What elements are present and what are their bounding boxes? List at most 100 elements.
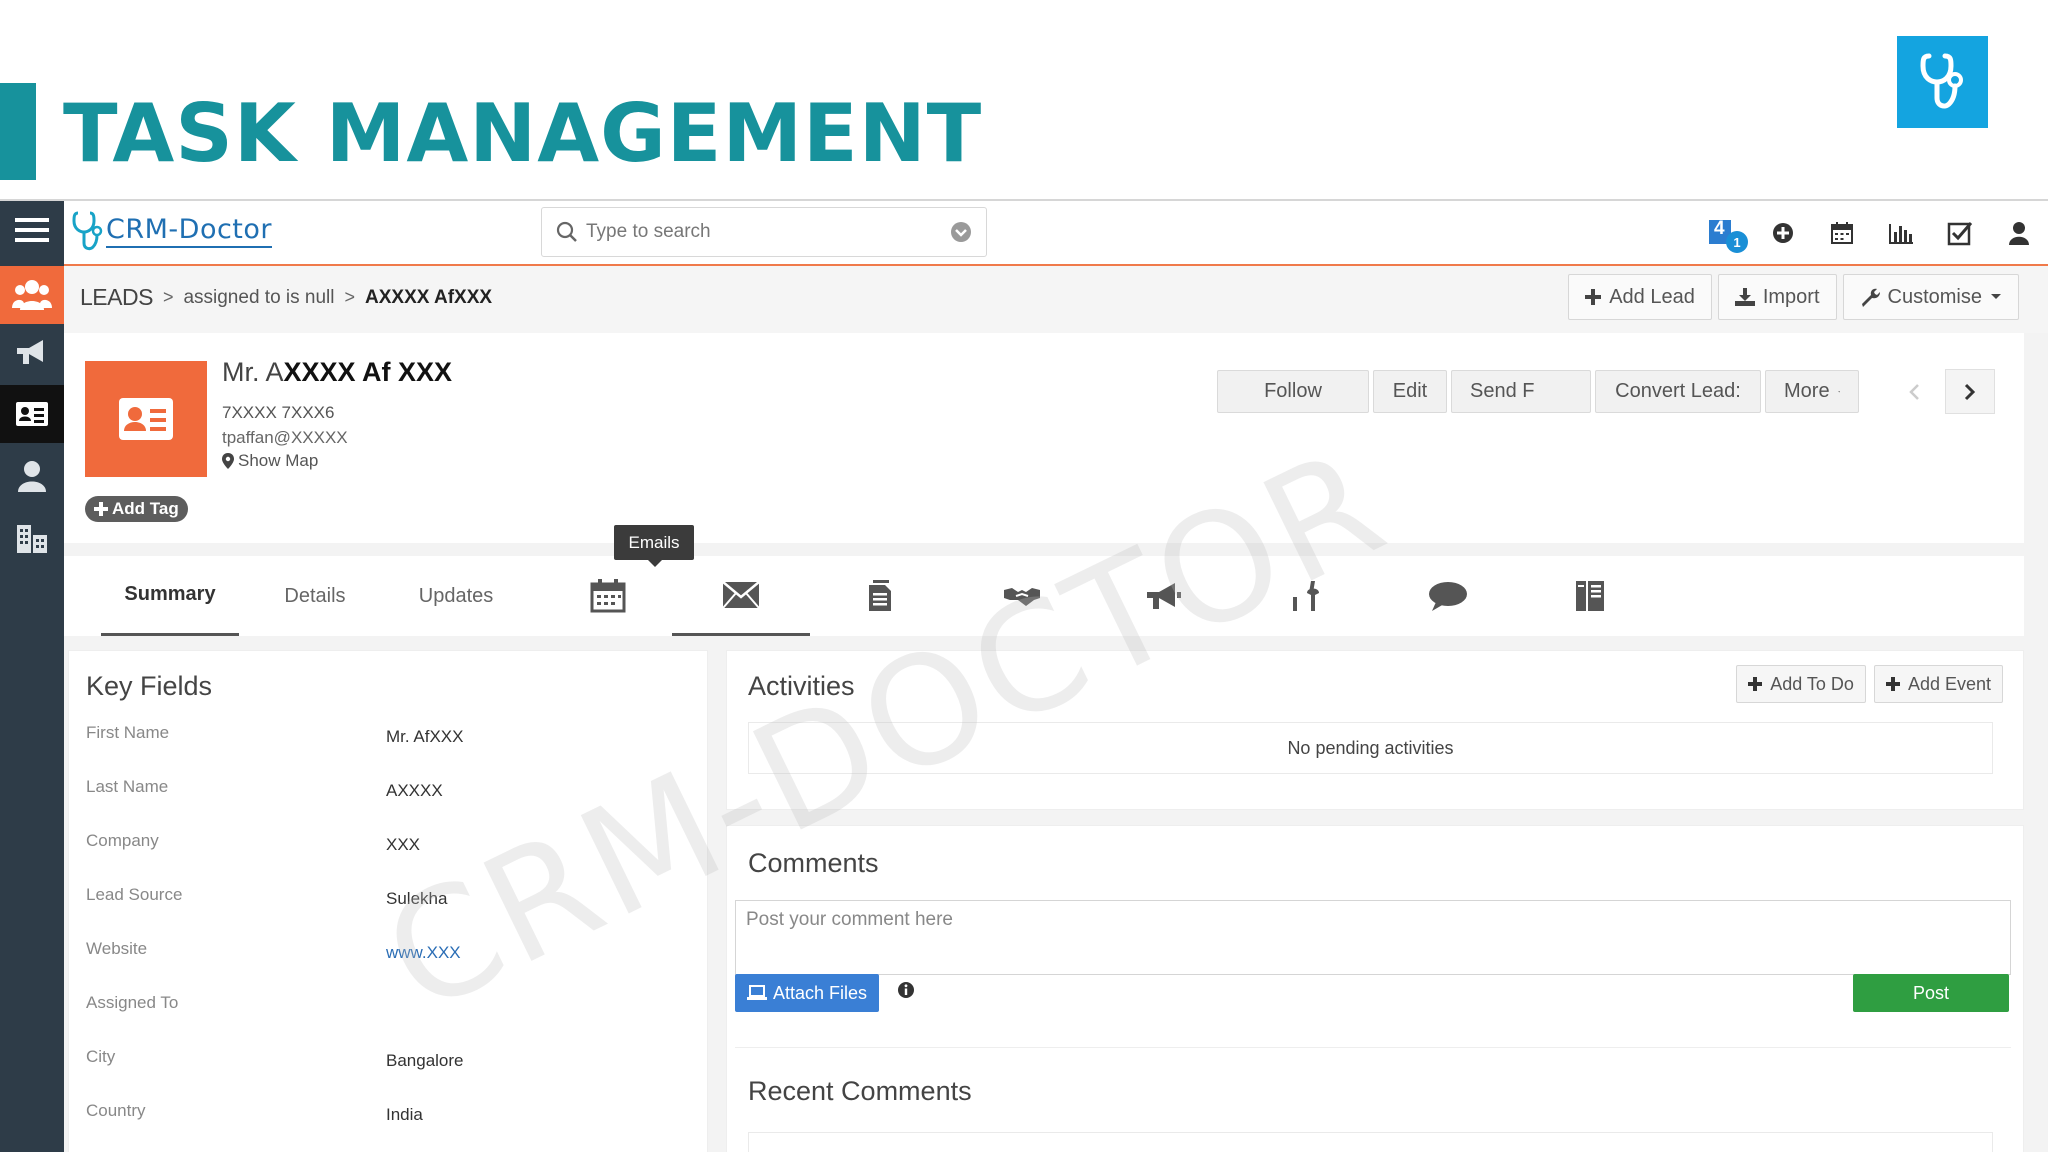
field-value[interactable]: AXXXX: [386, 781, 443, 801]
attach-files-label: Attach Files: [773, 982, 868, 1003]
search-input[interactable]: [586, 221, 926, 243]
field-value[interactable]: XXX: [386, 835, 420, 855]
field-value[interactable]: Mr. AfXXX: [386, 727, 463, 747]
global-search[interactable]: [541, 207, 987, 257]
brand-logo[interactable]: CRM-Doctor: [72, 209, 273, 253]
show-map-link[interactable]: Show Map: [222, 451, 318, 471]
bar-chart-icon: [1888, 223, 1913, 244]
field-value[interactable]: Sulekha: [386, 889, 447, 909]
more-label: More: [1784, 380, 1830, 402]
caret-down-icon: [1837, 390, 1840, 392]
edit-button[interactable]: Edit: [1373, 370, 1447, 413]
lead-action-buttons: Follow Edit Send F Convert Lead: More: [1217, 370, 1859, 413]
field-value[interactable]: Bangalore: [386, 1051, 464, 1071]
lead-name: Mr. AXXXX Af XXX: [222, 357, 452, 388]
tab-emails-icon[interactable]: [672, 556, 810, 636]
tab-tools-icon[interactable]: [1266, 556, 1346, 636]
sidebar-leads-icon[interactable]: [0, 266, 64, 324]
tab-details[interactable]: Details: [255, 556, 375, 636]
import-button[interactable]: Import: [1717, 274, 1837, 320]
lead-phone[interactable]: 7XXXX 7XXX6: [222, 403, 334, 423]
customise-label: Customise: [1887, 285, 1982, 308]
send-button[interactable]: Send F: [1451, 370, 1591, 413]
tab-deals-handshake-icon[interactable]: [982, 556, 1062, 636]
more-dropdown[interactable]: More: [1765, 370, 1859, 413]
tab-campaigns-megaphone-icon[interactable]: [1124, 556, 1204, 636]
search-dropdown-icon[interactable]: [950, 221, 972, 243]
breadcrumb-bar: LEADS > assigned to is null > AXXXX AfXX…: [64, 266, 2048, 333]
calendar-button[interactable]: [1812, 201, 1871, 264]
tab-documents-book-icon[interactable]: [1550, 556, 1630, 636]
user-menu-button[interactable]: [1989, 201, 2048, 264]
record-navigation: [1889, 369, 1995, 414]
recent-comments-list: [748, 1132, 1993, 1152]
sidebar-organization-icon[interactable]: [0, 509, 64, 567]
emails-tooltip: Emails: [614, 525, 694, 567]
brand-stethoscope-icon: [72, 211, 103, 251]
divider: [735, 1047, 2011, 1048]
convert-lead-button[interactable]: Convert Lead:: [1595, 370, 1761, 413]
add-tag-button[interactable]: Add Tag: [85, 496, 188, 522]
tab-calendar-icon[interactable]: [568, 556, 648, 636]
tab-chat-bubble-icon[interactable]: [1408, 556, 1488, 636]
add-todo-button[interactable]: Add To Do: [1736, 665, 1866, 703]
lead-name-masked: XXXX Af XXX: [283, 357, 453, 387]
post-comment-button[interactable]: Post: [1853, 974, 2009, 1012]
notifications-button[interactable]: 4 1: [1694, 201, 1753, 264]
wrench-icon: [1861, 288, 1880, 307]
key-field-row: Last Name AXXXX: [86, 777, 686, 807]
stethoscope-logo-icon: [1897, 36, 1988, 128]
breadcrumb-leads[interactable]: LEADS: [80, 284, 153, 311]
slide-title: TASK MANAGEMENT: [63, 87, 983, 180]
laptop-icon: [747, 985, 767, 1000]
add-lead-button[interactable]: Add Lead: [1568, 274, 1712, 320]
key-field-row: First Name Mr. AfXXX: [86, 723, 686, 753]
breadcrumb-filter[interactable]: assigned to is null: [183, 287, 334, 309]
caret-down-icon: [1991, 294, 2001, 299]
tab-updates[interactable]: Updates: [386, 556, 526, 636]
next-record-icon[interactable]: [1945, 369, 1995, 414]
brand-name: CRM-Doctor: [106, 214, 273, 248]
info-icon[interactable]: [897, 981, 915, 999]
add-event-button[interactable]: Add Event: [1873, 665, 2003, 703]
activities-empty-state: No pending activities: [748, 722, 1993, 774]
sidebar-person-icon[interactable]: [0, 447, 64, 505]
comments-title: Comments: [748, 848, 879, 878]
tasks-button[interactable]: [1930, 201, 1989, 264]
lead-email[interactable]: tpaffan@XXXXX: [222, 428, 348, 448]
tab-notes-icon[interactable]: [840, 556, 920, 636]
notification-count: 4: [1714, 218, 1725, 239]
sidebar-campaigns-icon[interactable]: [0, 323, 64, 381]
key-field-row: City Bangalore: [86, 1047, 686, 1077]
add-lead-label: Add Lead: [1609, 285, 1695, 308]
customise-dropdown[interactable]: Customise: [1842, 274, 2019, 320]
download-icon: [1734, 288, 1755, 306]
key-field-row: Company XXX: [86, 831, 686, 861]
quick-add-button[interactable]: [1753, 201, 1812, 264]
add-todo-label: Add To Do: [1770, 673, 1854, 694]
user-icon: [2008, 221, 2029, 245]
hamburger-menu-icon[interactable]: [0, 201, 64, 259]
add-event-label: Add Event: [1907, 673, 1991, 694]
import-label: Import: [1762, 285, 1820, 308]
reports-button[interactable]: [1871, 201, 1930, 264]
key-field-row: Website www.XXX: [86, 939, 686, 969]
sidebar-contacts-card-icon[interactable]: [0, 385, 64, 443]
checkbox-icon: [1947, 221, 1972, 245]
map-pin-icon: [222, 453, 234, 469]
field-value-link[interactable]: www.XXX: [386, 943, 461, 963]
lead-contact-card-icon: [85, 361, 207, 477]
field-value[interactable]: India: [386, 1105, 423, 1125]
key-field-row: Country India: [86, 1101, 686, 1131]
sidebar: [0, 201, 64, 1152]
tab-summary[interactable]: Summary: [101, 556, 239, 636]
attach-files-button[interactable]: Attach Files: [735, 974, 880, 1012]
field-label: First Name: [86, 723, 170, 742]
follow-button[interactable]: Follow: [1217, 370, 1369, 413]
previous-record-icon[interactable]: [1889, 369, 1939, 414]
slide-accent-bar: [0, 83, 36, 180]
recent-comments-title: Recent Comments: [748, 1076, 972, 1106]
comments-panel: Comments Attach Files Post Recent Commen…: [726, 825, 2024, 1152]
comment-input[interactable]: [736, 901, 2010, 974]
field-label: Lead Source: [86, 885, 183, 904]
